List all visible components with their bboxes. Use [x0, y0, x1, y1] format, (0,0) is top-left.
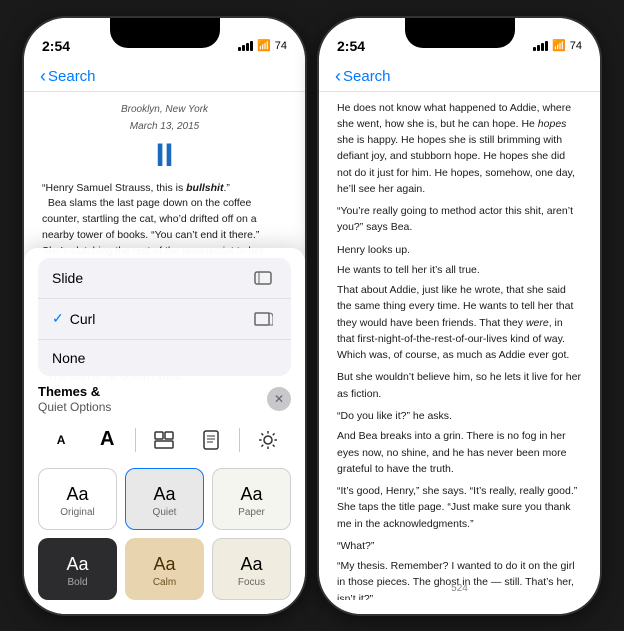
font-larger-button[interactable]: A: [89, 426, 125, 454]
theme-grid: Aa Original Aa Quiet Aa Paper Aa Bold: [38, 468, 291, 600]
slide-icon: [249, 268, 277, 288]
theme-focus[interactable]: Aa Focus: [212, 538, 291, 600]
chapter-number: II: [42, 139, 287, 171]
battery-icon-right: 74: [570, 40, 582, 52]
theme-focus-name: Focus: [238, 577, 265, 588]
chevron-left-icon-right: ‹: [335, 66, 341, 87]
nav-bar-right: ‹ Search: [319, 62, 600, 92]
theme-original[interactable]: Aa Original: [38, 468, 117, 530]
signal-icon: [238, 41, 253, 51]
layout-button[interactable]: [146, 426, 182, 454]
battery-icon-left: 74: [275, 40, 287, 52]
wifi-icon: 📶: [257, 39, 271, 52]
slide-option-slide[interactable]: Slide: [38, 258, 291, 299]
back-label-left: Search: [48, 68, 96, 85]
overlay-panel: Slide ✓ Curl None: [24, 248, 305, 614]
right-phone: 2:54 📶 74 ‹ S: [317, 16, 602, 616]
themes-row: Themes & Quiet Options ✕: [38, 384, 291, 414]
theme-calm-aa: Aa: [153, 554, 175, 575]
theme-bold[interactable]: Aa Bold: [38, 538, 117, 600]
none-label: None: [52, 350, 277, 366]
theme-bold-name: Bold: [67, 577, 87, 588]
theme-calm-name: Calm: [153, 577, 176, 588]
back-button-left[interactable]: ‹ Search: [40, 66, 96, 87]
book-content-right: He does not know what happened to Addie,…: [319, 92, 600, 600]
font-smaller-button[interactable]: A: [43, 426, 79, 454]
checkmark-icon: ✓: [52, 310, 64, 327]
theme-quiet-name: Quiet: [153, 507, 177, 518]
close-button[interactable]: ✕: [267, 387, 291, 411]
nav-bar-left: ‹ Search: [24, 62, 305, 92]
theme-original-name: Original: [60, 507, 94, 518]
wifi-icon-right: 📶: [552, 39, 566, 52]
theme-focus-aa: Aa: [240, 554, 262, 575]
left-phone: 2:54 📶 74 ‹ S: [22, 16, 307, 616]
theme-paper[interactable]: Aa Paper: [212, 468, 291, 530]
slide-options-menu: Slide ✓ Curl None: [38, 258, 291, 376]
notch: [110, 18, 220, 48]
separator-2: [239, 428, 240, 452]
back-button-right[interactable]: ‹ Search: [335, 66, 391, 87]
page-button[interactable]: [193, 426, 229, 454]
theme-paper-aa: Aa: [240, 484, 262, 505]
theme-calm[interactable]: Aa Calm: [125, 538, 204, 600]
theme-bold-aa: Aa: [66, 554, 88, 575]
status-icons-right: 📶 74: [533, 39, 582, 52]
themes-label: Themes & Quiet Options: [38, 384, 111, 414]
status-icons-left: 📶 74: [238, 39, 287, 52]
curl-label: Curl: [64, 311, 249, 327]
time-right: 2:54: [337, 38, 365, 54]
curl-icon: [249, 309, 277, 329]
signal-icon-right: [533, 41, 548, 51]
chapter-location: Brooklyn, New York: [42, 102, 287, 118]
phones-container: 2:54 📶 74 ‹ S: [22, 16, 602, 616]
theme-original-aa: Aa: [66, 484, 88, 505]
brightness-button[interactable]: [250, 426, 286, 454]
page-number: 524: [319, 583, 600, 594]
time-left: 2:54: [42, 38, 70, 54]
theme-paper-name: Paper: [238, 507, 265, 518]
slide-option-none[interactable]: None: [38, 340, 291, 376]
slide-option-curl[interactable]: ✓ Curl: [38, 299, 291, 340]
theme-quiet-aa: Aa: [153, 484, 175, 505]
slide-label: Slide: [52, 270, 249, 286]
notch-right: [405, 18, 515, 48]
back-label-right: Search: [343, 68, 391, 85]
chapter-date: March 13, 2015: [42, 119, 287, 135]
chevron-left-icon: ‹: [40, 66, 46, 87]
theme-quiet[interactable]: Aa Quiet: [125, 468, 204, 530]
chapter-header: Brooklyn, New York March 13, 2015 II: [42, 102, 287, 171]
format-toolbar: A A: [38, 420, 291, 460]
separator-1: [135, 428, 136, 452]
